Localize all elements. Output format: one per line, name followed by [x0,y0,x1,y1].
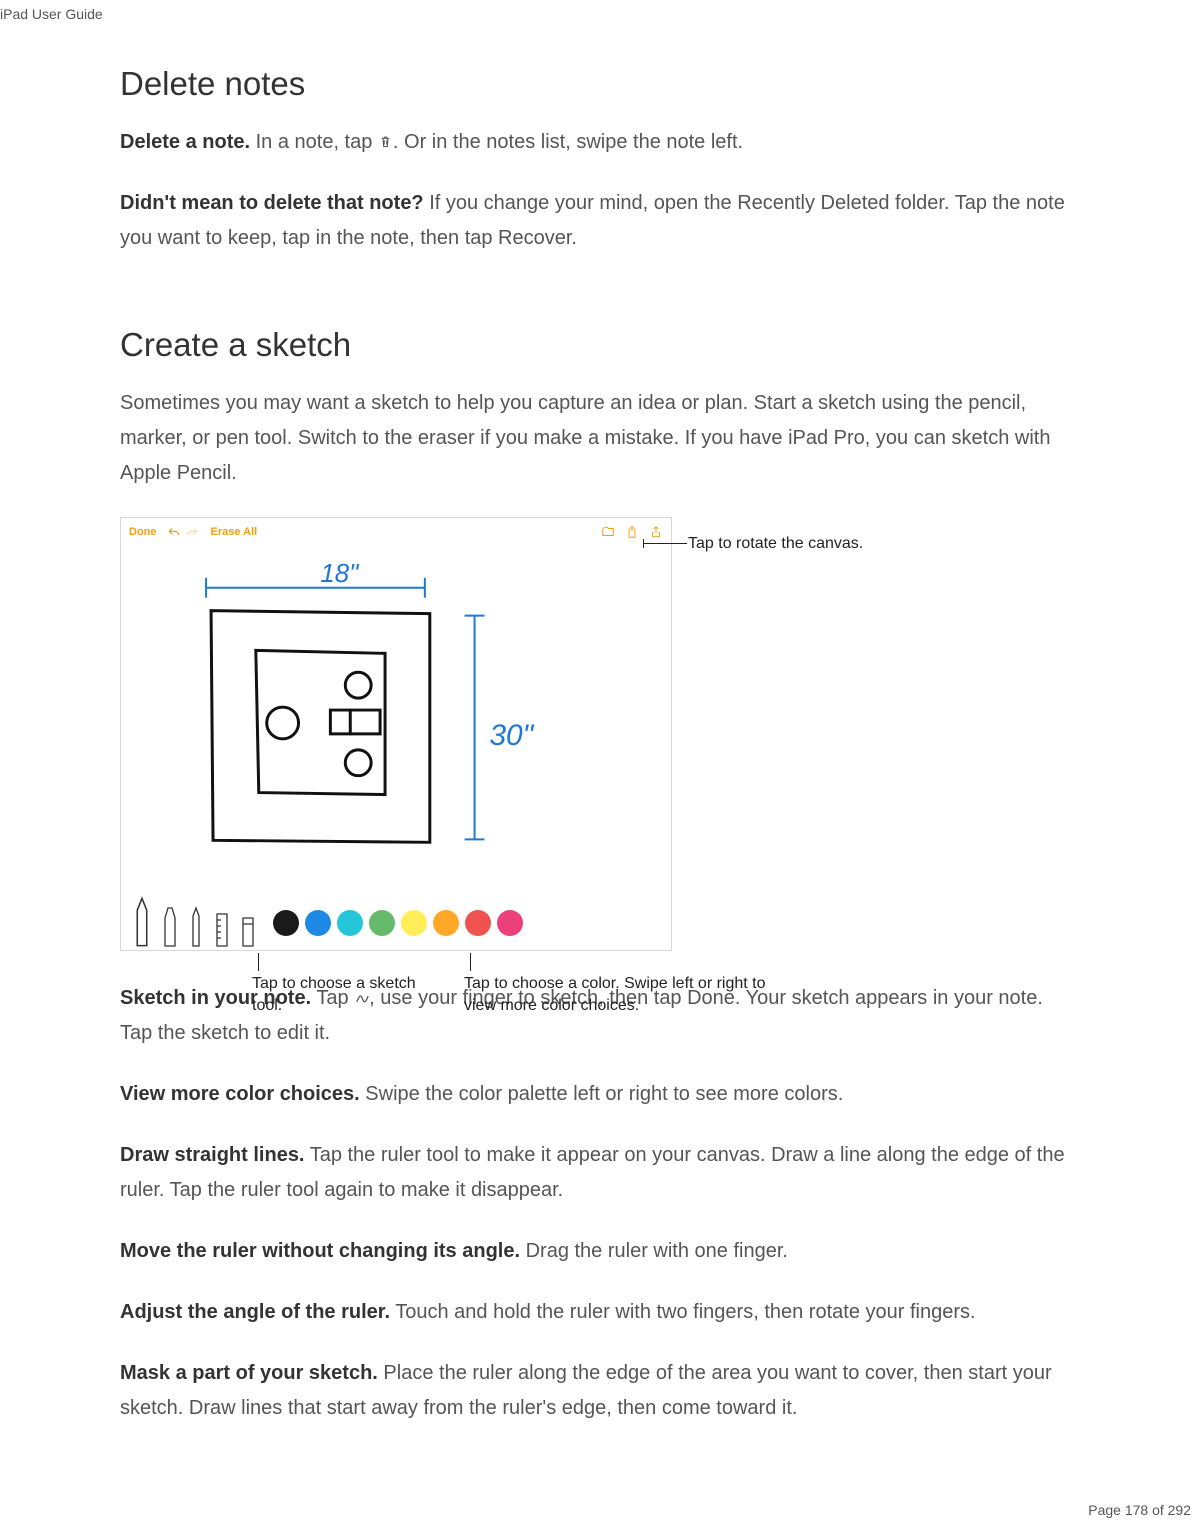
sketch-toolbar [121,896,671,950]
sketch-canvas[interactable]: 18" 30" [121,546,671,896]
callout-line-tool [258,953,259,971]
callout-color: Tap to choose a color. Swipe left or rig… [464,973,784,1016]
para-view-colors-bold: View more color choices. [120,1083,360,1105]
color-green[interactable] [369,910,395,936]
trash-icon [378,127,393,144]
done-button[interactable]: Done [129,526,157,538]
color-black[interactable] [273,910,299,936]
eraser-tool[interactable] [237,904,259,948]
para-recover-note: Didn't mean to delete that note? If you … [120,186,1077,256]
folder-icon[interactable] [601,525,615,539]
callout-tool: Tap to choose a sketch tool. [252,973,432,1016]
sketch-topbar: Done Erase All [121,518,671,546]
callout-line-color [470,953,471,971]
pencil-tool[interactable] [185,904,207,948]
page-number: Page 178 of 292 [1088,1502,1191,1518]
ruler-tool[interactable] [211,904,233,948]
para-adjust-ruler-bold: Adjust the angle of the ruler. [120,1301,390,1323]
heading-delete-notes: Delete notes [120,65,1077,103]
color-red[interactable] [465,910,491,936]
undo-icon[interactable] [167,526,181,538]
para-adjust-ruler-text: Touch and hold the ruler with two finger… [390,1301,976,1323]
para-draw-lines-bold: Draw straight lines. [120,1144,305,1166]
para-mask-sketch: Mask a part of your sketch. Place the ru… [120,1356,1077,1426]
sketch-width-label: 18" [320,560,360,588]
page-content: Delete notes Delete a note. In a note, t… [0,0,1197,1512]
doc-header-title: iPad User Guide [0,6,103,22]
para-move-ruler: Move the ruler without changing its angl… [120,1234,1077,1269]
para-recover-note-bold: Didn't mean to delete that note? [120,192,424,214]
color-yellow[interactable] [401,910,427,936]
color-pink[interactable] [497,910,523,936]
color-blue[interactable] [305,910,331,936]
erase-all-button[interactable]: Erase All [211,526,258,538]
marker-tool[interactable] [159,904,181,948]
callout-rotate: Tap to rotate the canvas. [688,533,868,555]
para-draw-lines: Draw straight lines. Tap the ruler tool … [120,1138,1077,1208]
para-delete-note: Delete a note. In a note, tap . Or in th… [120,125,1077,160]
share-icon[interactable] [649,525,663,539]
rotate-canvas-icon[interactable] [625,525,639,539]
color-orange[interactable] [433,910,459,936]
color-cyan[interactable] [337,910,363,936]
color-palette [273,910,523,948]
para-adjust-ruler: Adjust the angle of the ruler. Touch and… [120,1295,1077,1330]
pen-tool[interactable] [129,896,155,948]
sketch-figure: Done Erase All [120,517,910,951]
device-screen: Done Erase All [120,517,672,951]
para-sketch-intro: Sometimes you may want a sketch to help … [120,386,1077,491]
sketch-height-label: 30" [489,719,534,752]
para-delete-note-text-b: . Or in the notes list, swipe the note l… [393,131,743,153]
para-delete-note-text-a: In a note, tap [250,131,378,153]
callout-line-rotate [643,543,687,544]
para-delete-note-bold: Delete a note. [120,131,250,153]
redo-icon[interactable] [185,526,199,538]
heading-create-sketch: Create a sketch [120,326,1077,364]
para-mask-sketch-bold: Mask a part of your sketch. [120,1362,378,1384]
para-move-ruler-text: Drag the ruler with one finger. [520,1240,788,1262]
para-view-colors-text: Swipe the color palette left or right to… [360,1083,844,1105]
para-move-ruler-bold: Move the ruler without changing its angl… [120,1240,520,1262]
para-view-colors: View more color choices. Swipe the color… [120,1077,1077,1112]
